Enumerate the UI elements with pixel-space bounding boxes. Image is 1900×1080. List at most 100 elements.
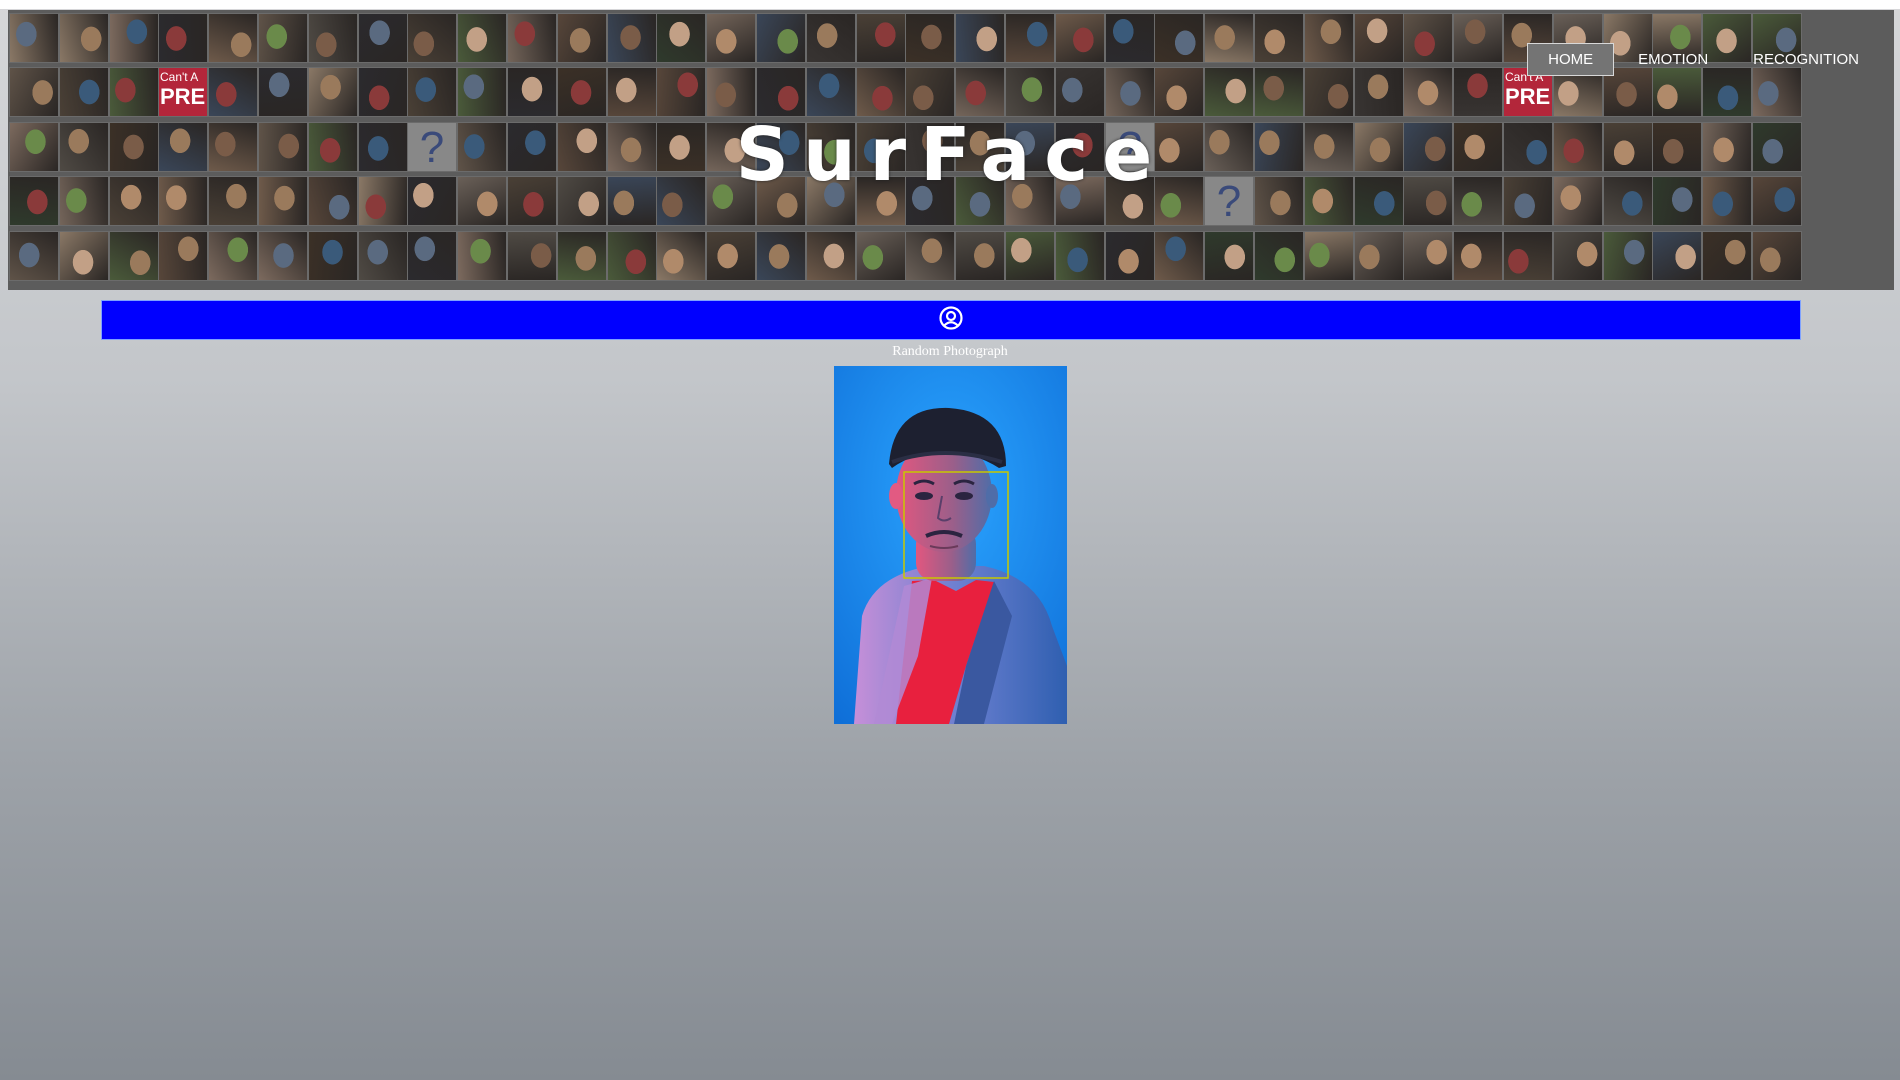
mosaic-photo xyxy=(806,13,856,63)
mosaic-photo xyxy=(756,13,806,63)
mosaic-photo xyxy=(9,231,59,281)
mosaic-photo xyxy=(1105,13,1155,63)
mosaic-photo xyxy=(955,13,1005,63)
mosaic-photo xyxy=(905,13,955,63)
mosaic-photo xyxy=(1453,67,1503,117)
nav-recognition[interactable]: RECOGNITION xyxy=(1732,43,1880,76)
mosaic-photo xyxy=(1603,231,1653,281)
mosaic-photo xyxy=(905,231,955,281)
mosaic-photo xyxy=(109,67,159,117)
mosaic-photo xyxy=(607,13,657,63)
mosaic-photo xyxy=(1204,231,1254,281)
mosaic-photo xyxy=(1354,67,1404,117)
mosaic-photo xyxy=(756,231,806,281)
mosaic-photo xyxy=(1254,67,1304,117)
mosaic-photo xyxy=(258,67,308,117)
mosaic-photo xyxy=(358,13,408,63)
mosaic-photo xyxy=(358,231,408,281)
mosaic-photo xyxy=(59,67,109,117)
random-photograph xyxy=(834,366,1067,724)
mosaic-photo xyxy=(1154,13,1204,63)
mosaic-photo xyxy=(59,231,109,281)
main-nav: HOME EMOTION RECOGNITION xyxy=(1524,43,1880,76)
user-circle-icon[interactable] xyxy=(938,305,964,336)
mosaic-photo xyxy=(407,67,457,117)
mosaic-photo xyxy=(607,67,657,117)
mosaic-photo xyxy=(557,13,607,63)
mosaic-photo xyxy=(1055,231,1105,281)
mosaic-photo xyxy=(9,67,59,117)
header-banner: Can't APREMCan't APREM??? SurFace HOME E… xyxy=(8,10,1894,290)
mosaic-photo xyxy=(457,67,507,117)
mosaic-photo xyxy=(1403,13,1453,63)
mosaic-photo xyxy=(258,13,308,63)
mosaic-photo xyxy=(1055,67,1105,117)
mosaic-photo xyxy=(507,231,557,281)
mosaic-photo xyxy=(557,231,607,281)
mosaic-sign-text: PREM xyxy=(160,84,206,109)
mosaic-photo xyxy=(856,13,906,63)
mosaic-photo xyxy=(109,231,159,281)
mosaic-photo xyxy=(706,67,756,117)
mosaic-photo xyxy=(1403,231,1453,281)
mosaic-photo xyxy=(1453,13,1503,63)
mosaic-photo xyxy=(208,67,258,117)
mosaic-photo xyxy=(756,67,806,117)
mosaic-photo xyxy=(308,231,358,281)
mosaic-photo xyxy=(1403,67,1453,117)
mosaic-photo xyxy=(656,67,706,117)
mosaic-photo xyxy=(856,67,906,117)
mosaic-photo xyxy=(208,231,258,281)
mosaic-photo xyxy=(706,231,756,281)
mosaic-photo xyxy=(806,67,856,117)
mosaic-photo xyxy=(856,231,906,281)
site-title: SurFace xyxy=(735,112,1167,198)
mosaic-sign-text: PREM xyxy=(1505,84,1551,109)
mosaic-photo xyxy=(1553,231,1603,281)
mosaic-photo xyxy=(1503,231,1553,281)
mosaic-photo xyxy=(1304,67,1354,117)
mosaic-photo xyxy=(507,13,557,63)
mosaic-photo xyxy=(9,13,59,63)
mosaic-photo xyxy=(457,13,507,63)
mosaic-photo xyxy=(1204,13,1254,63)
mosaic-photo xyxy=(59,13,109,63)
mosaic-photo xyxy=(109,13,159,63)
nav-home[interactable]: HOME xyxy=(1527,43,1615,76)
mosaic-sign-text: Can't A xyxy=(160,70,199,84)
mosaic-photo xyxy=(1105,67,1155,117)
mosaic-photo xyxy=(457,231,507,281)
mosaic-photo xyxy=(1005,231,1055,281)
mosaic-photo xyxy=(1652,231,1702,281)
mosaic-photo xyxy=(1354,231,1404,281)
mosaic-photo xyxy=(905,67,955,117)
mosaic-photo xyxy=(507,67,557,117)
mosaic-photo xyxy=(607,231,657,281)
mosaic-photo xyxy=(955,231,1005,281)
mosaic-photo xyxy=(1254,13,1304,63)
top-border xyxy=(0,0,1900,9)
mosaic-photo xyxy=(806,231,856,281)
mosaic-photo xyxy=(1304,13,1354,63)
mosaic-photo xyxy=(1005,67,1055,117)
mosaic-photo xyxy=(1254,231,1304,281)
mosaic-photo xyxy=(1304,231,1354,281)
mosaic-photo xyxy=(1453,231,1503,281)
mosaic-photo xyxy=(1005,13,1055,63)
mosaic-photo xyxy=(1105,231,1155,281)
upload-bar[interactable] xyxy=(101,300,1801,340)
nav-emotion[interactable]: EMOTION xyxy=(1617,43,1729,76)
mosaic-photo xyxy=(1154,67,1204,117)
mosaic-photo xyxy=(407,13,457,63)
mosaic-photo xyxy=(656,231,706,281)
mosaic-photo xyxy=(308,13,358,63)
mosaic-photo xyxy=(1154,231,1204,281)
mosaic-photo xyxy=(358,67,408,117)
mosaic-photo xyxy=(1055,13,1105,63)
mosaic-photo xyxy=(1702,231,1752,281)
mosaic-photo xyxy=(1204,67,1254,117)
mosaic-sign-photo: Can't APREM xyxy=(158,67,208,117)
mosaic-photo xyxy=(208,13,258,63)
mosaic-photo xyxy=(308,67,358,117)
photo-caption: Random Photograph xyxy=(892,344,1008,359)
